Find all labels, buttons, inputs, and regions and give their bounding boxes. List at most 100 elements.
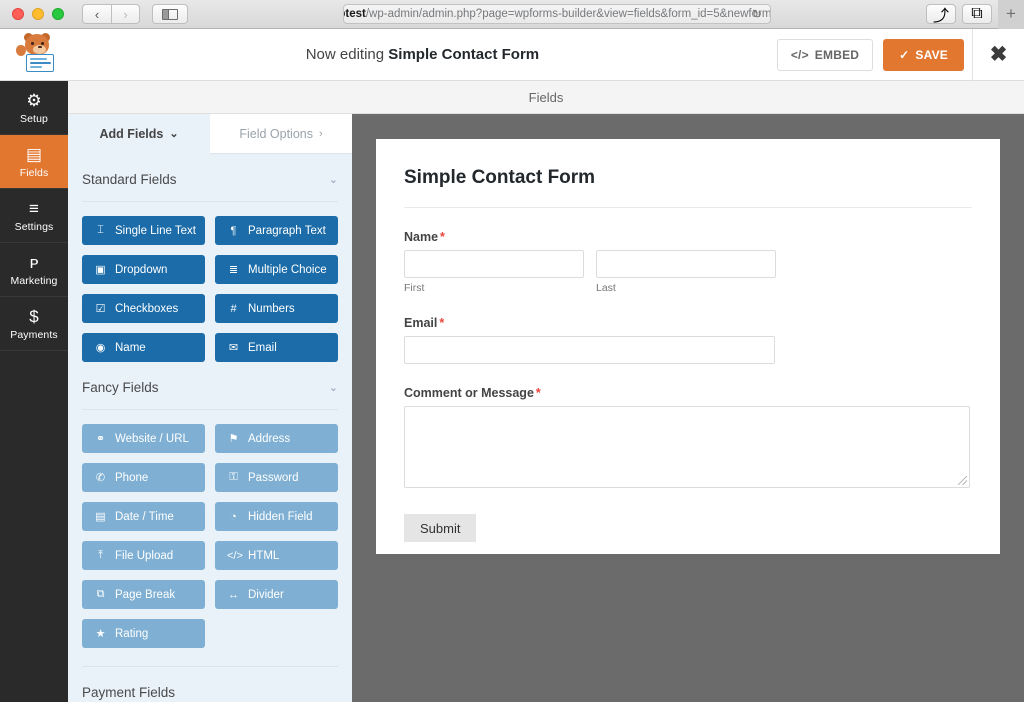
share-icon[interactable]: ⤴ <box>926 4 956 24</box>
add-field-numbers[interactable]: #Numbers <box>215 294 338 323</box>
browser-toolbar: ‹ › wptest/wp-admin/admin.php?page=wpfor… <box>0 0 1024 29</box>
field-button-label: Rating <box>115 628 148 640</box>
add-field-dropdown[interactable]: ▣ Dropdown <box>82 255 205 284</box>
dollar-icon: $ <box>29 306 38 326</box>
address-bar-container: wptest/wp-admin/admin.php?page=wpforms-b… <box>188 4 926 24</box>
tabs-icon[interactable]: ⧉ <box>962 4 992 24</box>
panel-body: Standard Fields⌄ ⌶Single Line Text ¶Paragr… <box>68 154 352 700</box>
field-button-label: Hidden Field <box>248 511 313 523</box>
add-field-phone[interactable]: ✆ Phone <box>82 463 205 492</box>
sliders-icon: ≡ <box>29 198 39 218</box>
add-field-html[interactable]: </>HTML <box>215 541 338 570</box>
current-form-name: Simple Contact Form <box>388 46 539 63</box>
add-field-page-break[interactable]: ⧉ Page Break <box>82 580 205 609</box>
add-field-address[interactable]: ⚑ Address <box>215 424 338 453</box>
field-button-label: Page Break <box>115 589 175 601</box>
section-header-payment-fields[interactable]: Payment Fields <box>82 667 338 700</box>
field-button-label: Email <box>248 342 277 354</box>
envelope-icon: ✉ <box>227 341 240 354</box>
sidebar-item-payments[interactable]: $ Payments <box>0 297 68 351</box>
embed-button-label: EMBED <box>815 48 859 62</box>
list-icon: ▤ <box>26 144 42 164</box>
window-traffic-lights <box>12 8 64 20</box>
add-field-password[interactable]: ⚿Password <box>215 463 338 492</box>
address-bar[interactable]: wptest/wp-admin/admin.php?page=wpforms-b… <box>343 4 771 24</box>
add-field-checkboxes[interactable]: ☑ Checkboxes <box>82 294 205 323</box>
field-email[interactable]: Email* <box>404 316 972 364</box>
add-field-paragraph-text[interactable]: ¶Paragraph Text <box>215 216 338 245</box>
reload-icon[interactable]: ↻ <box>752 7 762 21</box>
add-field-hidden-field[interactable]: ◔Hidden Field <box>215 502 338 531</box>
back-button[interactable]: ‹ <box>82 4 111 24</box>
field-button-label: Address <box>248 433 290 445</box>
sidebar-item-marketing[interactable]: ᴘMarketing <box>0 243 68 297</box>
first-name-input[interactable] <box>404 250 584 278</box>
upload-icon: ⤒ <box>94 549 107 562</box>
last-name-sublabel: Last <box>596 282 776 294</box>
tab-field-options[interactable]: Field Options› <box>210 114 352 154</box>
sidebar-item-label: Fields <box>20 167 49 179</box>
sidebar-item-settings[interactable]: ≡Settings <box>0 189 68 243</box>
new-tab-button[interactable]: + <box>998 0 1024 29</box>
resize-handle-icon[interactable] <box>958 476 967 485</box>
page-break-icon: ⧉ <box>94 588 107 601</box>
close-builder-button[interactable]: ✖ <box>972 29 1024 81</box>
save-button[interactable]: ✓ SAVE <box>883 39 964 71</box>
add-field-email[interactable]: ✉ Email <box>215 333 338 362</box>
field-button-label: Checkboxes <box>115 303 178 315</box>
star-icon: ★ <box>94 627 107 640</box>
close-window-button[interactable] <box>12 8 24 20</box>
dropdown-icon: ▣ <box>94 263 107 276</box>
sidebar-icon <box>162 9 178 20</box>
maximize-window-button[interactable] <box>52 8 64 20</box>
last-name-input[interactable] <box>596 250 776 278</box>
field-button-label: Phone <box>115 472 148 484</box>
list-ul-icon: ≣ <box>227 263 240 276</box>
add-field-website-url[interactable]: ⚭Website / URL <box>82 424 205 453</box>
field-button-label: Name <box>115 342 146 354</box>
section-header-standard-fields[interactable]: Standard Fields⌄ <box>82 154 338 202</box>
form-preview-area: Simple Contact Form Name* First Last Ema… <box>361 114 1024 702</box>
message-textarea[interactable] <box>404 406 970 488</box>
panel-scrollbar-thumb[interactable] <box>352 114 361 414</box>
required-marker: * <box>440 230 445 244</box>
add-field-divider[interactable]: ↔Divider <box>215 580 338 609</box>
section-header-fancy-fields[interactable]: Fancy Fields⌄ <box>82 362 338 410</box>
bear-mascot-icon <box>13 34 55 76</box>
embed-button[interactable]: </> EMBED <box>777 39 873 71</box>
field-message[interactable]: Comment or Message* <box>404 386 972 488</box>
field-message-label-text: Comment or Message <box>404 386 534 400</box>
megaphone-icon: ᴘ <box>30 252 39 272</box>
field-button-label: Numbers <box>248 303 295 315</box>
field-name[interactable]: Name* First Last <box>404 230 972 294</box>
field-email-label: Email* <box>404 316 972 330</box>
phone-icon: ✆ <box>94 471 107 484</box>
panel-scrollbar[interactable] <box>352 114 361 702</box>
email-input[interactable] <box>404 336 775 364</box>
add-field-rating[interactable]: ★ Rating <box>82 619 205 648</box>
section-title: Standard Fields <box>82 172 177 187</box>
panel-title: Fields <box>529 90 564 105</box>
tab-add-fields[interactable]: Add Fields⌄ <box>68 114 210 154</box>
sidebar-item-fields[interactable]: ▤ Fields <box>0 135 68 189</box>
field-button-label: Single Line Text <box>115 225 196 237</box>
add-field-date-time[interactable]: ▤Date / Time <box>82 502 205 531</box>
submit-button[interactable]: Submit <box>404 514 476 542</box>
sidebar-item-setup[interactable]: ⚙Setup <box>0 81 68 135</box>
url-path: /wp-admin/admin.php?page=wpforms-builder… <box>366 8 771 20</box>
required-marker: * <box>536 386 541 400</box>
minimize-window-button[interactable] <box>32 8 44 20</box>
sidebar-toggle-button[interactable] <box>152 4 188 24</box>
map-pin-icon: ⚑ <box>227 432 240 445</box>
add-field-multiple-choice[interactable]: ≣Multiple Choice <box>215 255 338 284</box>
forward-button[interactable]: › <box>111 4 140 24</box>
add-field-name[interactable]: ◉Name <box>82 333 205 362</box>
add-field-file-upload[interactable]: ⤒File Upload <box>82 541 205 570</box>
sidebar-item-label: Payments <box>10 329 58 341</box>
tab-label: Add Fields <box>99 127 163 141</box>
required-marker: * <box>439 316 444 330</box>
check-icon: ✓ <box>899 48 909 62</box>
field-button-label: Dropdown <box>115 264 167 276</box>
checkbox-icon: ☑ <box>94 302 107 315</box>
add-field-single-line-text[interactable]: ⌶Single Line Text <box>82 216 205 245</box>
